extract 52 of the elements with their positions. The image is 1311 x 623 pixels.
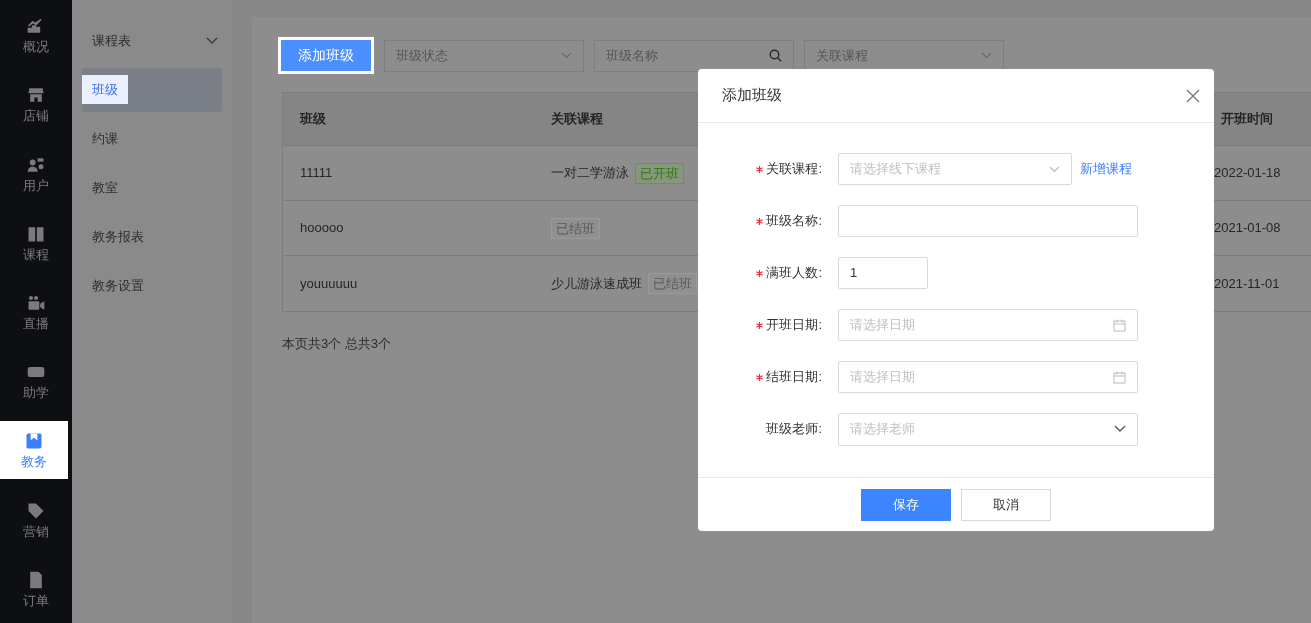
submenu-item[interactable]: 教务设置 (82, 275, 144, 296)
submenu-item[interactable]: 教务报表 (82, 226, 144, 247)
chevron-down-icon (206, 36, 218, 45)
field-label: 关联课程: (766, 160, 822, 179)
dialog-title: 添加班级 (722, 85, 782, 106)
input-field[interactable] (838, 205, 1138, 237)
submenu-item[interactable]: 约课 (82, 128, 118, 149)
close-icon[interactable] (1186, 88, 1200, 103)
save-button[interactable]: 保存 (861, 488, 951, 521)
chevron-down-icon (1049, 165, 1060, 173)
table-cell: youuuuuu (300, 275, 358, 291)
nav-icon (24, 431, 44, 452)
field-label: 结班日期: (766, 368, 822, 387)
submenu-item[interactable]: 教室 (82, 177, 118, 198)
submenu-group[interactable]: 课程表 (82, 30, 222, 51)
page-summary: 本页共3个 总共3个 (282, 335, 393, 353)
calendar-icon (1113, 318, 1126, 332)
nav-item[interactable]: 概况 (0, 5, 72, 64)
nav-item[interactable]: 直播 (0, 282, 72, 341)
nav-item[interactable]: 助学 (0, 351, 72, 410)
submenu-label: 班级 (82, 74, 128, 105)
field-label: 满班人数: (766, 264, 822, 283)
add-class-button[interactable]: 添加班级 (281, 40, 371, 71)
nav-item[interactable]: 订单 (0, 559, 72, 618)
field-label: 班级名称: (766, 212, 822, 231)
column-header: 班级 (298, 110, 327, 129)
nav-item[interactable]: 课程 (0, 213, 72, 272)
nav-icon (26, 293, 46, 313)
chevron-down-icon (561, 52, 572, 59)
calendar-icon (1113, 370, 1126, 384)
table-cell: 11111 (300, 165, 333, 181)
column-header: 开班时间 (1220, 110, 1274, 129)
chevron-down-icon (1114, 425, 1126, 433)
submenu-item[interactable]: 班级 (82, 67, 222, 112)
field-label: 开班日期: (766, 316, 822, 335)
table-cell: 2021-11-01 (1214, 275, 1280, 291)
table-cell: hooooo (300, 220, 344, 236)
nav-item[interactable]: 用户 (0, 144, 72, 203)
table-cell: 2021-01-08 (1214, 220, 1281, 236)
search-icon (769, 49, 782, 62)
nav-item[interactable]: 营销 (0, 490, 72, 549)
chevron-down-icon (981, 52, 992, 59)
table-cell-text: 少儿游泳速成班 (551, 274, 642, 293)
column-header: 关联课程 (550, 110, 604, 129)
new-course-link[interactable]: 新增课程 (1080, 159, 1132, 179)
number-field[interactable]: 1 (838, 257, 928, 289)
field-label: 班级老师: (766, 420, 822, 439)
cancel-button[interactable]: 取消 (961, 488, 1051, 521)
nav-item[interactable]: 店铺 (0, 74, 72, 133)
table-cell: 2022-01-18 (1214, 165, 1281, 181)
nav-item[interactable]: 教务 (0, 420, 68, 479)
status-tag: 已开班 (635, 162, 684, 184)
